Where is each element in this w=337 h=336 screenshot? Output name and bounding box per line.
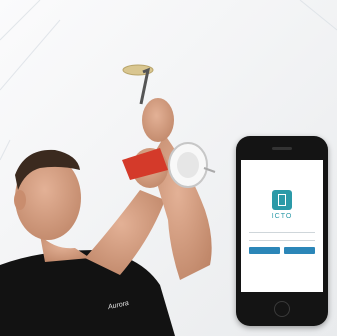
smartphone: ICTO: [236, 136, 328, 326]
downlight-inner: [177, 152, 199, 178]
hand-upper: [142, 98, 174, 142]
app-button-right[interactable]: [284, 247, 315, 254]
status-bar: [241, 160, 323, 166]
ear: [14, 190, 26, 210]
phone-speaker: [272, 147, 292, 150]
app-logo-icon: [272, 190, 292, 210]
input-line: [249, 232, 315, 233]
home-button: [274, 301, 290, 317]
product-photo: Aurora ICTO: [0, 0, 337, 336]
input-line: [249, 240, 315, 241]
app-name: ICTO: [271, 213, 293, 220]
phone-screen: ICTO: [241, 160, 323, 292]
app-button-left[interactable]: [249, 247, 280, 254]
